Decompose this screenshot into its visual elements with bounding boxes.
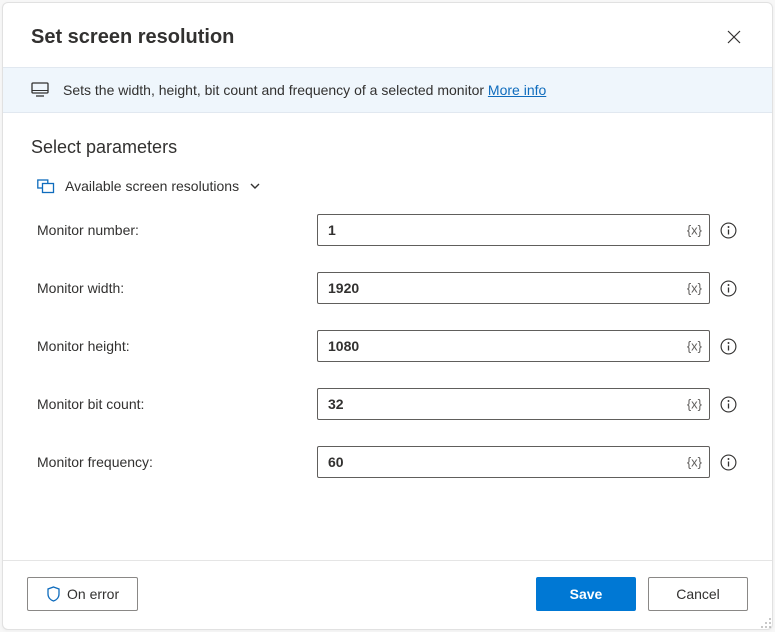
monitor-bit-count-info[interactable] [718, 394, 738, 414]
dialog-body: Select parameters Available screen resol… [3, 113, 772, 560]
variable-insert-button[interactable]: {x} [687, 339, 702, 354]
available-resolutions-toggle[interactable]: Available screen resolutions [37, 178, 738, 194]
field-monitor-width: Monitor width: {x} [37, 272, 738, 304]
monitor-frequency-input-wrap: {x} [317, 446, 710, 478]
monitor-number-info[interactable] [718, 220, 738, 240]
monitor-number-input[interactable] [317, 214, 710, 246]
variable-insert-button[interactable]: {x} [687, 223, 702, 238]
info-icon [720, 396, 737, 413]
on-error-label: On error [67, 586, 119, 602]
monitor-height-input-wrap: {x} [317, 330, 710, 362]
info-icon [720, 338, 737, 355]
monitor-width-input[interactable] [317, 272, 710, 304]
variable-insert-button[interactable]: {x} [687, 397, 702, 412]
section-title: Select parameters [31, 137, 744, 158]
close-button[interactable] [720, 23, 748, 51]
monitor-height-input[interactable] [317, 330, 710, 362]
info-icon [720, 222, 737, 239]
shield-icon [46, 586, 61, 602]
variable-insert-button[interactable]: {x} [687, 455, 702, 470]
field-monitor-height: Monitor height: {x} [37, 330, 738, 362]
field-monitor-number: Monitor number: {x} [37, 214, 738, 246]
monitor-icon [31, 82, 49, 98]
cancel-label: Cancel [676, 586, 720, 602]
monitor-width-info[interactable] [718, 278, 738, 298]
footer-right: Save Cancel [536, 577, 748, 611]
available-resolutions-label: Available screen resolutions [65, 178, 239, 194]
save-label: Save [570, 586, 603, 602]
variable-insert-button[interactable]: {x} [687, 281, 702, 296]
monitor-frequency-label: Monitor frequency: [37, 454, 309, 470]
dialog: Set screen resolution Sets the width, he… [2, 2, 773, 630]
monitor-frequency-info[interactable] [718, 452, 738, 472]
monitor-bit-count-input-wrap: {x} [317, 388, 710, 420]
monitor-width-input-wrap: {x} [317, 272, 710, 304]
save-button[interactable]: Save [536, 577, 636, 611]
field-monitor-bit-count: Monitor bit count: {x} [37, 388, 738, 420]
chevron-down-icon [249, 180, 261, 192]
dialog-title: Set screen resolution [31, 26, 234, 49]
monitor-number-label: Monitor number: [37, 222, 309, 238]
on-error-button[interactable]: On error [27, 577, 138, 611]
field-monitor-frequency: Monitor frequency: {x} [37, 446, 738, 478]
more-info-link[interactable]: More info [488, 82, 546, 98]
monitor-height-label: Monitor height: [37, 338, 309, 354]
banner-text-wrap: Sets the width, height, bit count and fr… [63, 82, 546, 98]
monitor-bit-count-input[interactable] [317, 388, 710, 420]
dialog-footer: On error Save Cancel [3, 560, 772, 629]
info-icon [720, 454, 737, 471]
monitor-height-info[interactable] [718, 336, 738, 356]
monitor-bit-count-label: Monitor bit count: [37, 396, 309, 412]
close-icon [727, 30, 741, 44]
banner-text: Sets the width, height, bit count and fr… [63, 82, 488, 98]
monitor-frequency-input[interactable] [317, 446, 710, 478]
info-icon [720, 280, 737, 297]
dialog-header: Set screen resolution [3, 3, 772, 67]
monitor-number-input-wrap: {x} [317, 214, 710, 246]
info-banner: Sets the width, height, bit count and fr… [3, 67, 772, 113]
cancel-button[interactable]: Cancel [648, 577, 748, 611]
monitor-width-label: Monitor width: [37, 280, 309, 296]
variables-icon [37, 178, 55, 194]
